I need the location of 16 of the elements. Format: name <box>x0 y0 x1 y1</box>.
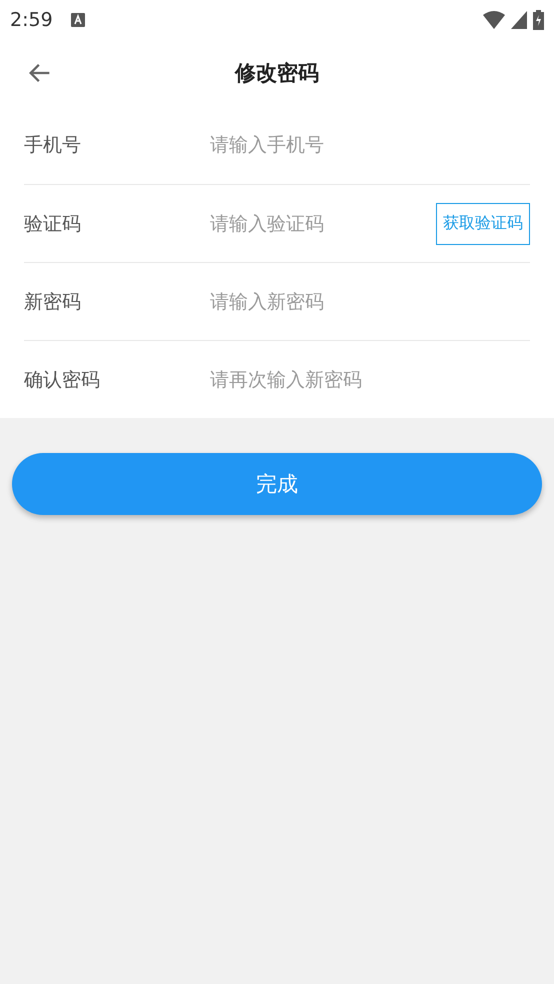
field-label: 确认密码 <box>24 368 101 392</box>
field-label: 新密码 <box>24 290 82 314</box>
submit-button[interactable]: 完成 <box>12 453 542 515</box>
signal-icon <box>511 11 527 29</box>
field-label: 验证码 <box>24 212 82 236</box>
input-field[interactable]: 请再次输入新密码 <box>208 368 530 392</box>
page-title: 修改密码 <box>235 60 319 87</box>
wifi-icon <box>483 11 505 29</box>
input-field[interactable]: 请输入新密码 <box>208 290 530 314</box>
status-time: 2:59 <box>10 9 53 31</box>
battery-icon <box>533 10 544 30</box>
field-label: 手机号 <box>24 133 82 158</box>
notification-icon <box>70 13 85 27</box>
input-field[interactable]: 请输入手机号 <box>208 133 530 157</box>
get-code-button[interactable]: 获取验证码 <box>436 202 530 244</box>
input-field[interactable]: 请输入验证码 <box>208 212 436 236</box>
